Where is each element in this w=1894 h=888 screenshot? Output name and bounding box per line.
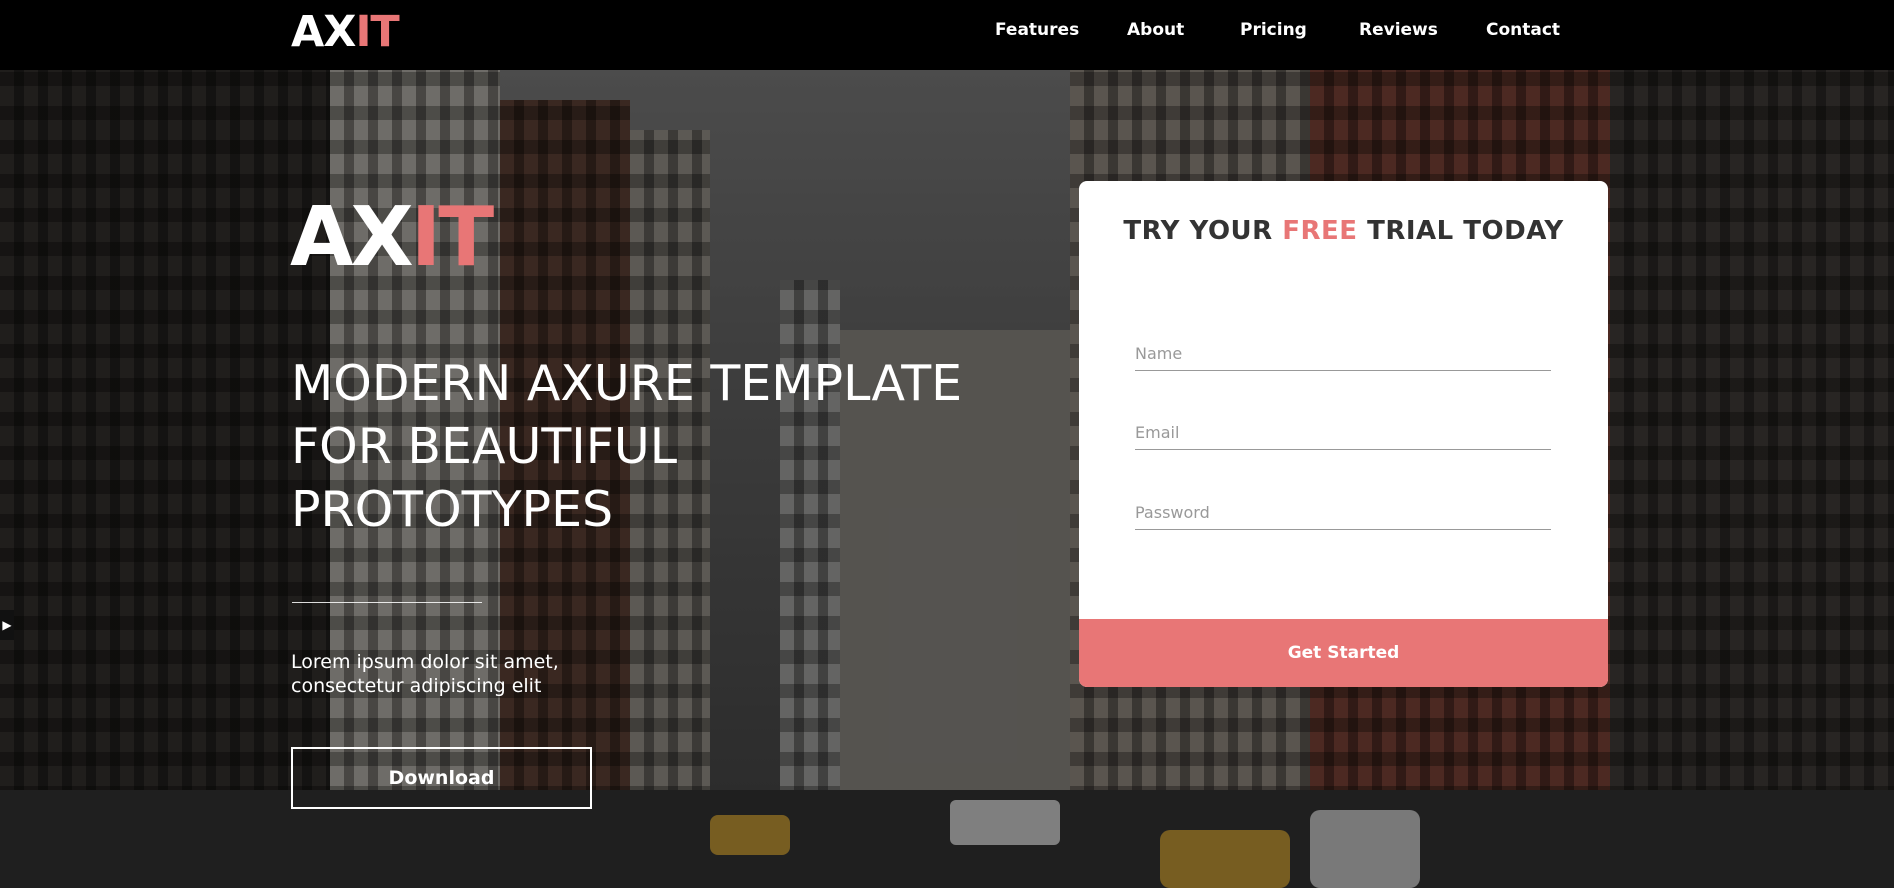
name-field[interactable] [1135, 336, 1551, 371]
get-started-button[interactable]: Get Started [1079, 619, 1608, 687]
form-title-accent: FREE [1282, 216, 1358, 246]
hero-logo: AXIT [290, 190, 494, 286]
nav-link-reviews[interactable]: Reviews [1359, 20, 1438, 40]
top-navbar: AXIT Features About Pricing Reviews Cont… [0, 0, 1894, 70]
hero-headline: MODERN AXURE TEMPLATE FOR BEAUTIFUL PROT… [291, 352, 1051, 541]
nav-link-about[interactable]: About [1127, 20, 1184, 40]
trial-form-card: TRY YOUR FREE TRIAL TODAY Get Started [1079, 181, 1608, 687]
headline-line-2: FOR BEAUTIFUL [291, 418, 678, 475]
nav-link-contact[interactable]: Contact [1486, 20, 1560, 40]
headline-line-3: PROTOTYPES [291, 481, 614, 538]
email-field[interactable] [1135, 415, 1551, 450]
form-title-before: TRY YOUR [1123, 216, 1283, 246]
hero-subtext: Lorem ipsum dolor sit amet, consectetur … [291, 650, 611, 698]
subtext-line-1: Lorem ipsum dolor sit amet, [291, 651, 559, 673]
nav-link-pricing[interactable]: Pricing [1240, 20, 1307, 40]
hero-divider [292, 602, 482, 603]
download-button[interactable]: Download [291, 747, 592, 809]
hero-logo-part1: AX [290, 190, 414, 285]
form-title: TRY YOUR FREE TRIAL TODAY [1079, 216, 1608, 246]
side-tab-play-icon[interactable]: ▶ [0, 610, 14, 640]
subtext-line-2: consectetur adipiscing elit [291, 675, 542, 697]
nav-links: Features About Pricing Reviews Contact [0, 20, 1894, 42]
password-field[interactable] [1135, 495, 1551, 530]
form-title-after: TRIAL TODAY [1357, 216, 1564, 246]
nav-link-features[interactable]: Features [995, 20, 1079, 40]
hero-logo-part2: IT [410, 190, 494, 285]
headline-line-1: MODERN AXURE TEMPLATE [291, 355, 963, 412]
